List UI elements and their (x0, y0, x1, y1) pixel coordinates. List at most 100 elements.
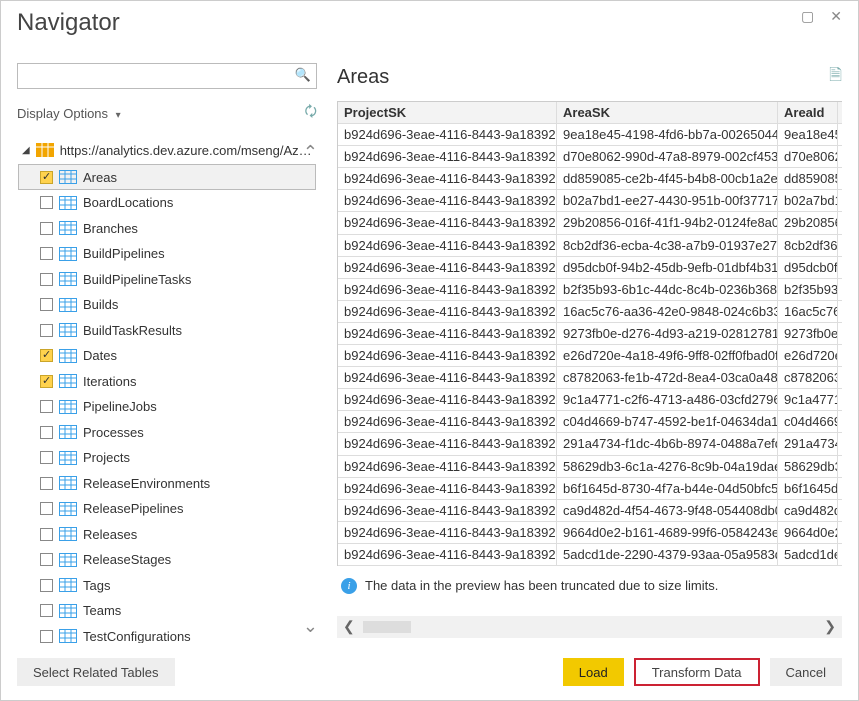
table-item-processes[interactable]: Processes (18, 420, 316, 446)
table-row[interactable]: b924d696-3eae-4116-8443-9a18392d85448cb2… (338, 235, 842, 257)
cell: 16ac5c76 (778, 301, 838, 322)
table-icon (59, 553, 77, 567)
tree-scroll-down[interactable]: ⌄ (303, 616, 317, 637)
table-checkbox[interactable] (40, 222, 53, 235)
table-row[interactable]: b924d696-3eae-4116-8443-9a18392d85449c1a… (338, 389, 842, 411)
table-item-pipelinejobs[interactable]: PipelineJobs (18, 394, 316, 420)
load-button[interactable]: Load (563, 658, 624, 686)
table-label: Areas (83, 170, 117, 185)
search-input[interactable] (17, 63, 317, 89)
table-item-buildpipelines[interactable]: BuildPipelines (18, 241, 316, 267)
table-item-releasestages[interactable]: ReleaseStages (18, 547, 316, 573)
table-checkbox[interactable] (40, 273, 53, 286)
collapse-icon[interactable]: ◢ (22, 145, 30, 156)
table-item-releasepipelines[interactable]: ReleasePipelines (18, 496, 316, 522)
right-pane: Areas 🗎 ProjectSKAreaSKAreaIdb924d696-3e… (337, 45, 842, 644)
transform-data-button[interactable]: Transform Data (634, 658, 760, 686)
scroll-left-icon[interactable]: ❮ (343, 618, 355, 635)
table-row[interactable]: b924d696-3eae-4116-8443-9a18392d8544dd85… (338, 168, 842, 190)
cell: c04d4669-b747-4592-be1f-04634da1c094 (557, 411, 778, 432)
table-item-testconfigurations[interactable]: TestConfigurations (18, 624, 316, 644)
table-checkbox[interactable] (40, 579, 53, 592)
scroll-right-icon[interactable]: ❯ (824, 618, 836, 635)
table-row[interactable]: b924d696-3eae-4116-8443-9a18392d8544d95d… (338, 257, 842, 279)
horizontal-scrollbar[interactable]: ❮ ❯ (337, 616, 842, 638)
display-options[interactable]: Display Options ▾ 🗘 (17, 99, 317, 127)
table-item-dates[interactable]: Dates (18, 343, 316, 369)
table-label: Branches (83, 221, 138, 236)
table-row[interactable]: b924d696-3eae-4116-8443-9a18392d8544d70e… (338, 146, 842, 168)
table-row[interactable]: b924d696-3eae-4116-8443-9a18392d8544e26d… (338, 345, 842, 367)
table-row[interactable]: b924d696-3eae-4116-8443-9a18392d8544291a… (338, 433, 842, 455)
cell: 9664d0e2-b161-4689-99f6-0584243e0c9d (557, 522, 778, 543)
table-row[interactable]: b924d696-3eae-4116-8443-9a18392d854416ac… (338, 301, 842, 323)
table-row[interactable]: b924d696-3eae-4116-8443-9a18392d854429b2… (338, 212, 842, 234)
table-item-tags[interactable]: Tags (18, 573, 316, 599)
titlebar: Navigator ▢ ✕ (1, 1, 858, 45)
table-item-teams[interactable]: Teams (18, 598, 316, 624)
cancel-button[interactable]: Cancel (770, 658, 842, 686)
table-icon (59, 323, 77, 337)
table-checkbox[interactable] (40, 349, 53, 362)
table-row[interactable]: b924d696-3eae-4116-8443-9a18392d8544b6f1… (338, 478, 842, 500)
data-source-node[interactable]: ◢ https://analytics.dev.azure.com/mseng/… (18, 136, 316, 164)
table-item-projects[interactable]: Projects (18, 445, 316, 471)
table-checkbox[interactable] (40, 247, 53, 260)
select-related-tables-button[interactable]: Select Related Tables (17, 658, 175, 686)
preview-title: Areas (337, 66, 389, 89)
table-row[interactable]: b924d696-3eae-4116-8443-9a18392d85445862… (338, 456, 842, 478)
table-label: Processes (83, 425, 144, 440)
table-label: TestConfigurations (83, 629, 191, 643)
table-item-iterations[interactable]: Iterations (18, 369, 316, 395)
table-checkbox[interactable] (40, 375, 53, 388)
table-row[interactable]: b924d696-3eae-4116-8443-9a18392d85449664… (338, 522, 842, 544)
table-checkbox[interactable] (40, 298, 53, 311)
cell: b924d696-3eae-4116-8443-9a18392d8544 (338, 235, 557, 256)
maximize-icon[interactable]: ▢ (801, 9, 814, 23)
table-checkbox[interactable] (40, 604, 53, 617)
tree-scroll-up[interactable]: ⌃ (303, 142, 317, 163)
cell: b924d696-3eae-4116-8443-9a18392d8544 (338, 389, 557, 410)
table-item-releaseenvironments[interactable]: ReleaseEnvironments (18, 471, 316, 497)
table-row[interactable]: b924d696-3eae-4116-8443-9a18392d8544b2f3… (338, 279, 842, 301)
refresh-icon[interactable]: 🗘 (305, 101, 318, 125)
column-header[interactable]: AreaSK (557, 102, 778, 123)
table-row[interactable]: b924d696-3eae-4116-8443-9a18392d8544b02a… (338, 190, 842, 212)
table-row[interactable]: b924d696-3eae-4116-8443-9a18392d8544c04d… (338, 411, 842, 433)
table-checkbox[interactable] (40, 196, 53, 209)
table-row[interactable]: b924d696-3eae-4116-8443-9a18392d85445adc… (338, 544, 842, 566)
table-item-builds[interactable]: Builds (18, 292, 316, 318)
table-checkbox[interactable] (40, 324, 53, 337)
table-item-releases[interactable]: Releases (18, 522, 316, 548)
table-checkbox[interactable] (40, 553, 53, 566)
table-checkbox[interactable] (40, 630, 53, 643)
table-checkbox[interactable] (40, 171, 53, 184)
cell: b924d696-3eae-4116-8443-9a18392d8544 (338, 124, 557, 145)
table-row[interactable]: b924d696-3eae-4116-8443-9a18392d85449273… (338, 323, 842, 345)
table-item-buildtaskresults[interactable]: BuildTaskResults (18, 318, 316, 344)
table-checkbox[interactable] (40, 400, 53, 413)
scroll-thumb[interactable] (363, 621, 817, 633)
table-item-areas[interactable]: Areas (18, 164, 316, 190)
column-header[interactable]: ProjectSK (338, 102, 557, 123)
table-checkbox[interactable] (40, 451, 53, 464)
cell: b924d696-3eae-4116-8443-9a18392d8544 (338, 522, 557, 543)
table-row[interactable]: b924d696-3eae-4116-8443-9a18392d85449ea1… (338, 124, 842, 146)
table-row[interactable]: b924d696-3eae-4116-8443-9a18392d8544ca9d… (338, 500, 842, 522)
close-icon[interactable]: ✕ (830, 9, 842, 23)
cell: b924d696-3eae-4116-8443-9a18392d8544 (338, 411, 557, 432)
table-icon (59, 247, 77, 261)
table-item-boardlocations[interactable]: BoardLocations (18, 190, 316, 216)
cell: 5adcd1de-2290-4379-93aa-05a9583d5232 (557, 544, 778, 565)
table-checkbox[interactable] (40, 528, 53, 541)
table-checkbox[interactable] (40, 477, 53, 490)
edit-icon[interactable]: 🗎 (829, 64, 842, 91)
cell: ca9d482d-4f54-4673-9f48-054408db01d5 (557, 500, 778, 521)
search-icon[interactable]: 🔍 (295, 67, 311, 83)
table-checkbox[interactable] (40, 426, 53, 439)
column-header[interactable]: AreaId (778, 102, 838, 123)
table-row[interactable]: b924d696-3eae-4116-8443-9a18392d8544c878… (338, 367, 842, 389)
table-item-buildpipelinetasks[interactable]: BuildPipelineTasks (18, 267, 316, 293)
table-checkbox[interactable] (40, 502, 53, 515)
table-item-branches[interactable]: Branches (18, 216, 316, 242)
